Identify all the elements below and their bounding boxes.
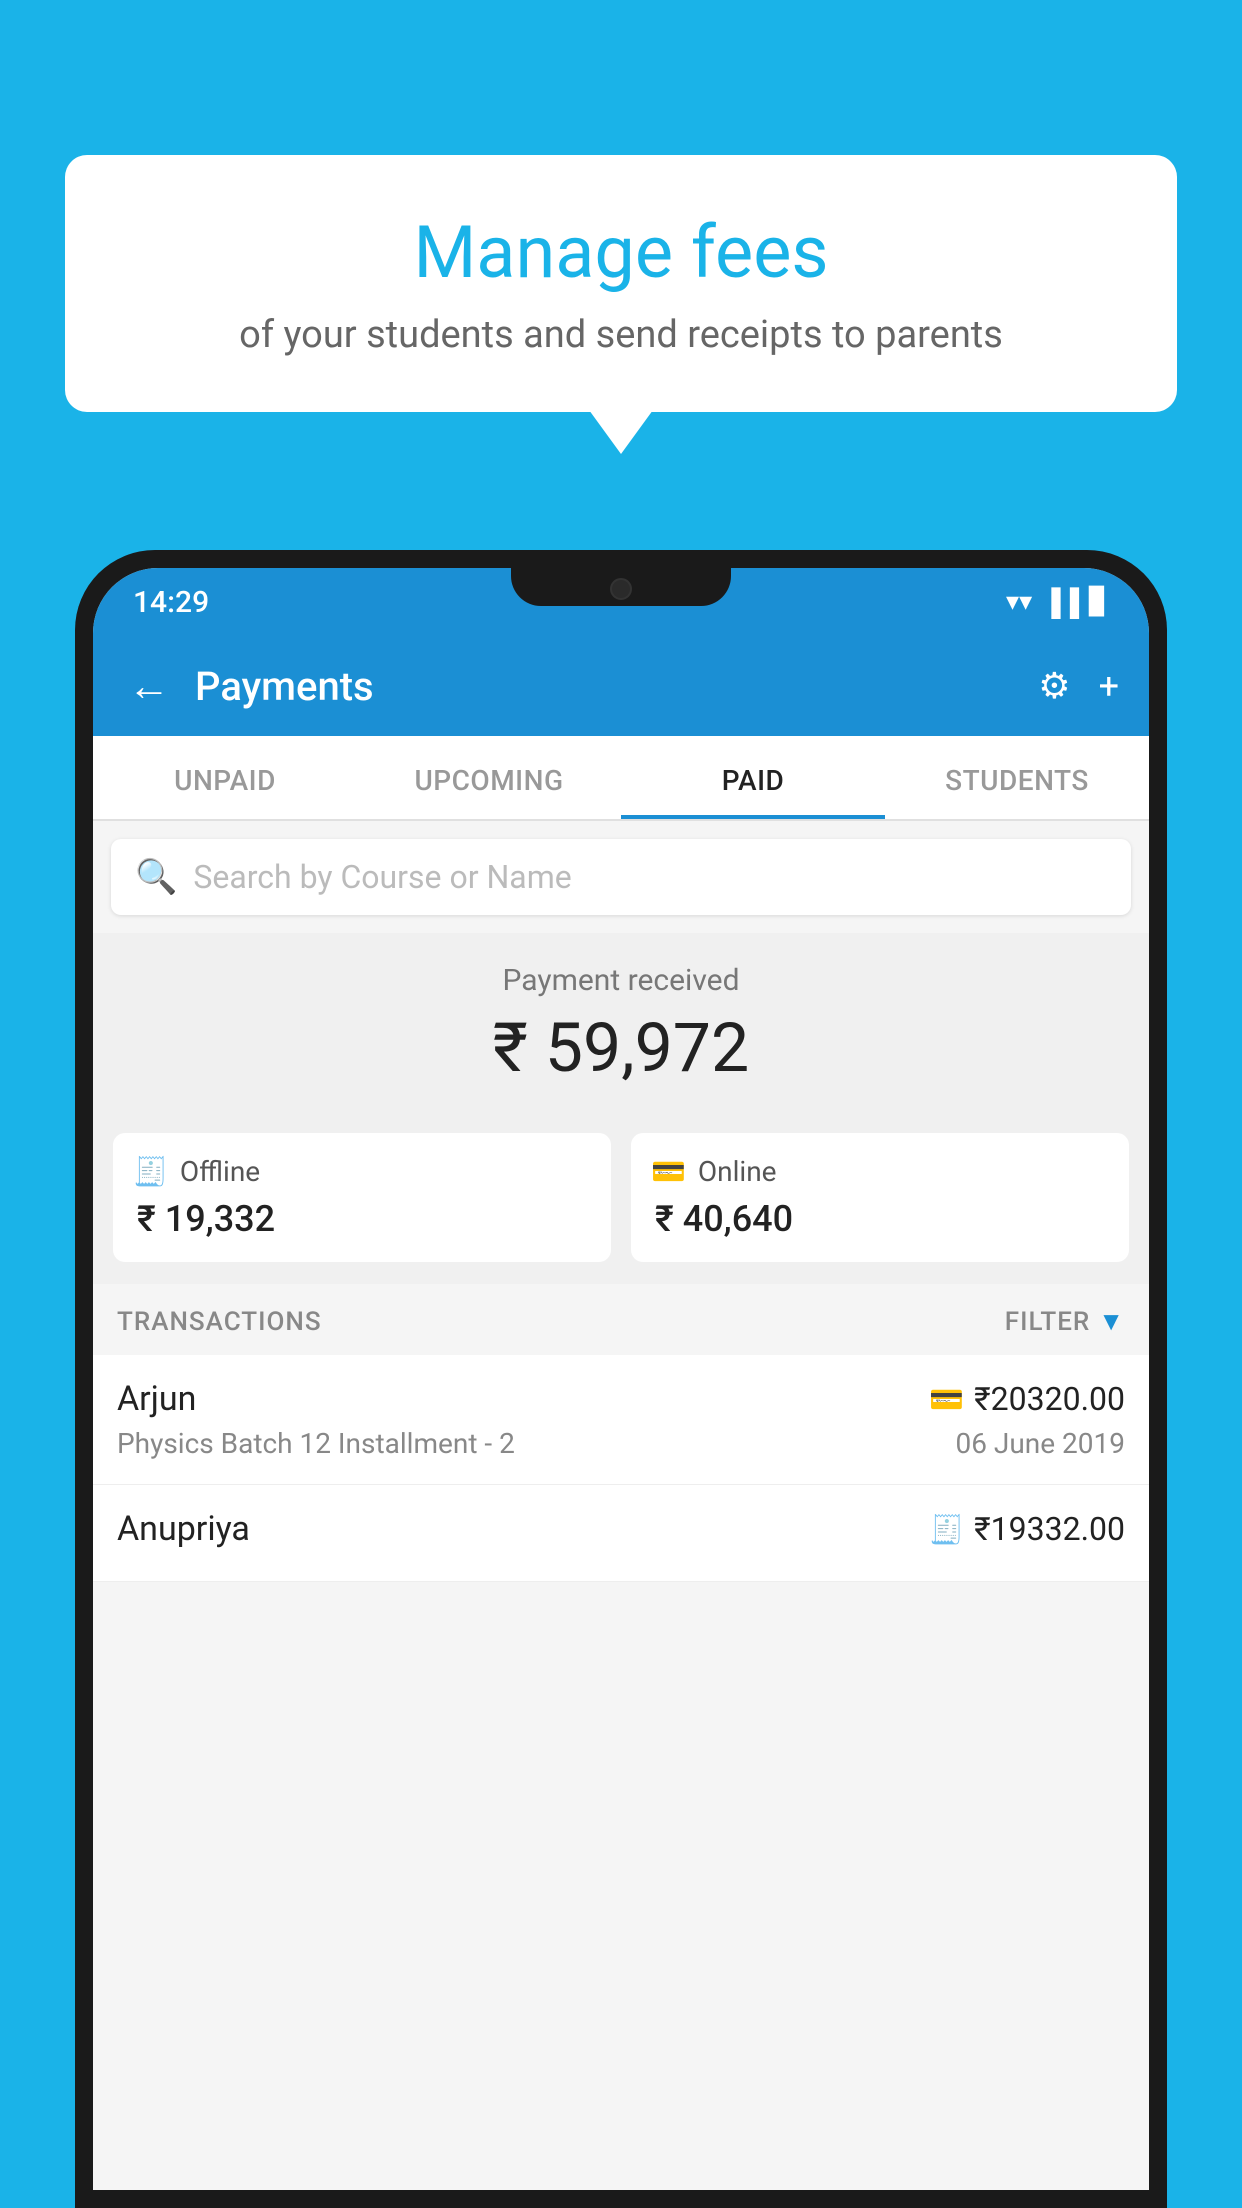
transaction-main-row: Anupriya 🧾 ₹19332.00 xyxy=(117,1509,1125,1549)
phone-notch xyxy=(511,568,731,606)
transaction-amount-wrapper: 💳 ₹20320.00 xyxy=(929,1380,1125,1418)
status-icons: ▾▾ ▐▐ ▊ xyxy=(1006,587,1109,618)
bubble-title: Manage fees xyxy=(125,210,1117,295)
battery-icon: ▊ xyxy=(1089,587,1109,617)
transaction-amount-wrapper: 🧾 ₹19332.00 xyxy=(929,1510,1125,1548)
tab-unpaid[interactable]: UNPAID xyxy=(93,736,357,819)
tabs-bar: UNPAID UPCOMING PAID STUDENTS xyxy=(93,736,1149,821)
filter-label: FILTER xyxy=(1005,1307,1090,1337)
filter-icon: ▼ xyxy=(1098,1306,1125,1337)
transaction-main-row: Arjun 💳 ₹20320.00 xyxy=(117,1379,1125,1419)
offline-amount: ₹ 19,332 xyxy=(133,1198,591,1240)
payment-total-amount: ₹ 59,972 xyxy=(123,1008,1119,1088)
signal-icon: ▐▐ xyxy=(1042,587,1079,618)
online-card: 💳 Online ₹ 40,640 xyxy=(631,1133,1129,1262)
online-amount: ₹ 40,640 xyxy=(651,1198,1109,1240)
speech-bubble: Manage fees of your students and send re… xyxy=(65,155,1177,412)
tab-students[interactable]: STUDENTS xyxy=(885,736,1149,819)
online-icon: 💳 xyxy=(651,1155,686,1188)
phone-frame: 14:29 ▾▾ ▐▐ ▊ ← Payments ⚙ + UNPAID UPCO… xyxy=(75,550,1167,2208)
add-icon[interactable]: + xyxy=(1099,665,1119,707)
transaction-sub-row: Physics Batch 12 Installment - 2 06 June… xyxy=(117,1427,1125,1460)
tab-paid[interactable]: PAID xyxy=(621,736,885,819)
offline-label: Offline xyxy=(180,1155,260,1188)
offline-card: 🧾 Offline ₹ 19,332 xyxy=(113,1133,611,1262)
transaction-amount: ₹19332.00 xyxy=(974,1510,1125,1548)
offline-icon: 🧾 xyxy=(133,1155,168,1188)
speech-bubble-container: Manage fees of your students and send re… xyxy=(65,155,1177,412)
transaction-name: Anupriya xyxy=(117,1509,250,1549)
back-button[interactable]: ← xyxy=(123,657,175,716)
online-card-header: 💳 Online xyxy=(651,1155,1109,1188)
card-payment-icon: 💳 xyxy=(929,1383,964,1416)
settings-icon[interactable]: ⚙ xyxy=(1038,665,1070,707)
phone-inner: 14:29 ▾▾ ▐▐ ▊ ← Payments ⚙ + UNPAID UPCO… xyxy=(93,568,1149,2190)
transactions-header: TRANSACTIONS FILTER ▼ xyxy=(93,1284,1149,1355)
table-row[interactable]: Anupriya 🧾 ₹19332.00 xyxy=(93,1485,1149,1582)
camera xyxy=(610,578,632,600)
app-header: ← Payments ⚙ + xyxy=(93,636,1149,736)
filter-button[interactable]: FILTER ▼ xyxy=(1005,1306,1125,1337)
online-label: Online xyxy=(698,1155,777,1188)
status-time: 14:29 xyxy=(133,585,209,620)
header-actions: ⚙ + xyxy=(1038,665,1119,707)
transaction-date: 06 June 2019 xyxy=(955,1427,1125,1460)
wifi-icon: ▾▾ xyxy=(1006,587,1032,617)
search-icon: 🔍 xyxy=(135,857,177,897)
payment-cards: 🧾 Offline ₹ 19,332 💳 Online ₹ 40,640 xyxy=(93,1113,1149,1284)
search-bar[interactable]: 🔍 Search by Course or Name xyxy=(111,839,1131,915)
bubble-subtitle: of your students and send receipts to pa… xyxy=(125,313,1117,357)
search-placeholder: Search by Course or Name xyxy=(193,858,571,896)
transaction-amount: ₹20320.00 xyxy=(974,1380,1125,1418)
transactions-label: TRANSACTIONS xyxy=(117,1307,322,1337)
offline-card-header: 🧾 Offline xyxy=(133,1155,591,1188)
cash-payment-icon: 🧾 xyxy=(929,1513,964,1546)
payment-summary: Payment received ₹ 59,972 xyxy=(93,933,1149,1113)
transaction-course: Physics Batch 12 Installment - 2 xyxy=(117,1427,515,1460)
page-title: Payments xyxy=(195,663,1018,710)
payment-received-label: Payment received xyxy=(123,963,1119,998)
transaction-name: Arjun xyxy=(117,1379,196,1419)
table-row[interactable]: Arjun 💳 ₹20320.00 Physics Batch 12 Insta… xyxy=(93,1355,1149,1485)
tab-upcoming[interactable]: UPCOMING xyxy=(357,736,621,819)
